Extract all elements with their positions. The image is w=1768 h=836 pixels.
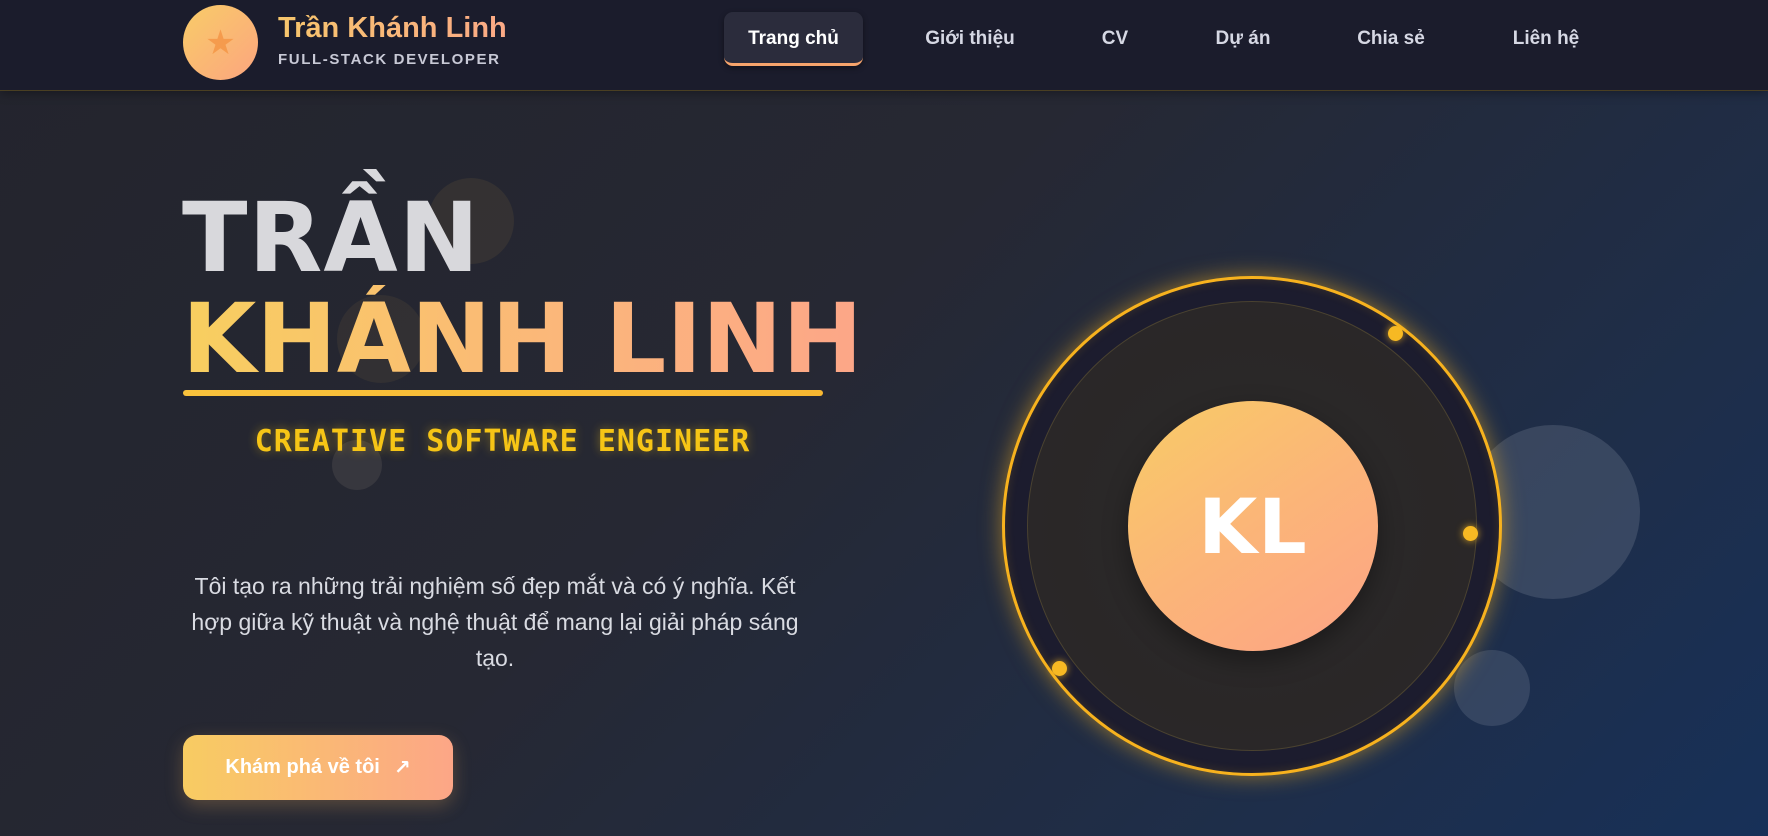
explore-button[interactable]: Khám phá về tôi ↗ [183,735,453,800]
nav-item-contact[interactable]: Liên hệ [1503,12,1589,66]
arrow-up-right-icon: ↗ [393,757,411,779]
hero-underline [183,390,823,396]
nav-item-cv[interactable]: CV [1090,12,1140,66]
brand-subtitle: FULL-STACK DEVELOPER [278,51,501,68]
star-icon: ★ [205,23,236,62]
hero-role: CREATIVE SOFTWARE ENGINEER [254,424,751,459]
nav-item-about[interactable]: Giới thiệu [912,12,1028,66]
orbit-dot [1388,326,1403,341]
nav-item-share[interactable]: Chia sẻ [1347,12,1435,66]
avatar: KL [1128,401,1378,651]
hero-description: Tôi tạo ra những trải nghiệm số đẹp mắt … [191,573,799,671]
decor-bubble [1454,650,1530,726]
logo[interactable]: ★ [183,5,258,80]
hero-title-line2: KHÁNH LINH [182,283,863,395]
nav-item-projects[interactable]: Dự án [1206,12,1280,66]
orbit-dot [1463,526,1478,541]
orbit-dot [1052,661,1067,676]
hero-title-line1: TRẦN [182,182,481,294]
nav-item-home[interactable]: Trang chủ [724,12,863,66]
avatar-initials: KL [1198,481,1308,571]
brand-name[interactable]: Trần Khánh Linh [278,12,507,45]
site-header: ★ Trần Khánh Linh FULL-STACK DEVELOPER T… [0,0,1768,91]
explore-button-label: Khám phá về tôi [225,756,380,778]
